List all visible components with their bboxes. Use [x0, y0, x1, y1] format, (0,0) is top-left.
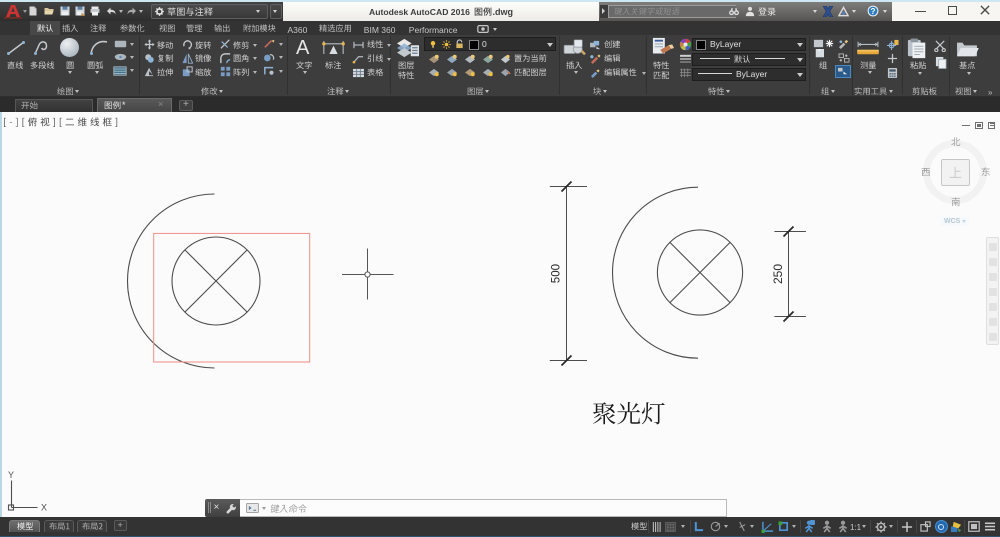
- svg-text:Y: Y: [8, 470, 14, 480]
- svg-text:?: ?: [871, 7, 876, 16]
- svg-text:250: 250: [771, 264, 785, 284]
- svg-text:500: 500: [551, 264, 563, 283]
- svg-text:X: X: [41, 503, 47, 513]
